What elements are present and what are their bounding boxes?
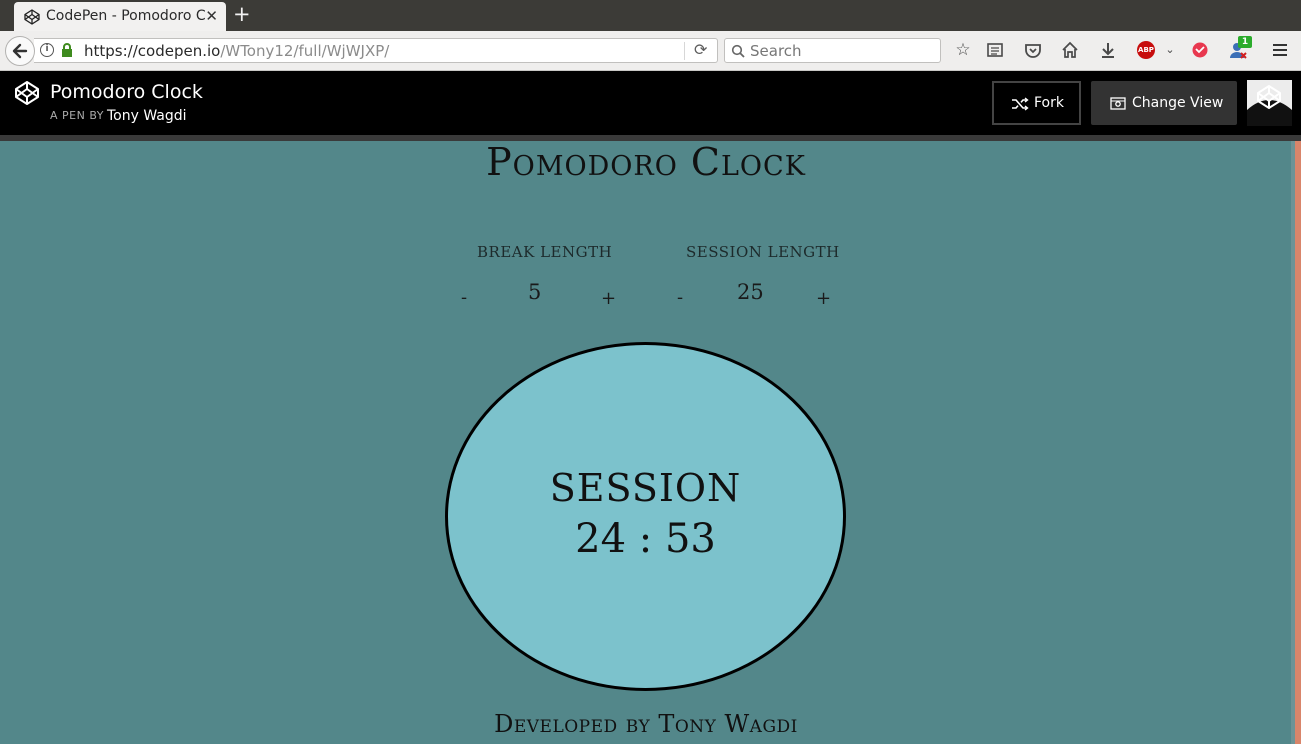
break-length-value: 5 [528, 280, 542, 304]
site-info-icon[interactable]: i [40, 43, 54, 57]
clock-phase-label: SESSION [549, 466, 742, 510]
codepen-favicon-icon [24, 9, 40, 25]
user-avatar[interactable] [1247, 80, 1292, 126]
search-icon [731, 44, 745, 58]
footer-credit: Developed by Tony Wagdi [494, 710, 798, 738]
app-title: Pomodoro Clock [486, 140, 806, 184]
change-view-button[interactable]: Change View [1091, 81, 1237, 125]
url-bar[interactable]: i https://codepen.io/WTony12/full/WjWJXP… [34, 38, 718, 63]
search-bar[interactable]: Search [724, 38, 941, 63]
break-length-label: BREAK LENGTH [477, 243, 613, 261]
codepen-header: Pomodoro Clock A PEN BY Tony Wagdi Fork … [0, 71, 1301, 135]
break-decrement-button[interactable]: - [461, 287, 467, 308]
chevron-down-icon[interactable]: ⌄ [1160, 40, 1180, 60]
pocket-save-icon[interactable] [1190, 40, 1210, 60]
codepen-logo-icon[interactable] [14, 80, 40, 106]
fork-label: Fork [1034, 95, 1064, 111]
back-button[interactable] [5, 36, 35, 66]
download-icon[interactable] [1098, 40, 1118, 60]
scrollbar-accent [1295, 141, 1301, 744]
session-decrement-button[interactable]: - [677, 287, 683, 308]
avatar-image [1247, 80, 1292, 126]
reload-icon[interactable]: ⟳ [694, 40, 707, 59]
fork-icon [1012, 97, 1029, 111]
pen-author-link[interactable]: Tony Wagdi [107, 108, 187, 124]
search-input[interactable]: Search [750, 42, 802, 60]
break-increment-button[interactable]: + [601, 288, 616, 309]
bookmark-star-icon[interactable]: ☆ [953, 40, 973, 60]
url-separator [684, 42, 685, 60]
url-host: https://codepen.io [84, 42, 221, 60]
fork-button[interactable]: Fork [992, 81, 1081, 125]
url-path: /WTony12/full/WjWJXP/ [220, 42, 390, 60]
pen-byline: A PEN BY [50, 109, 104, 122]
tab-title: CodePen - Pomodoro C [46, 8, 206, 24]
close-tab-icon[interactable]: ✕ [205, 7, 218, 25]
pen-title[interactable]: Pomodoro Clock [50, 81, 203, 103]
adblock-plus-icon[interactable]: ABP [1137, 41, 1155, 59]
hamburger-menu-icon[interactable] [1270, 40, 1290, 60]
change-view-label: Change View [1132, 95, 1224, 111]
url-text[interactable]: https://codepen.io/WTony12/full/WjWJXP/ [84, 42, 389, 60]
new-tab-button[interactable]: + [233, 2, 251, 26]
browser-tab[interactable]: CodePen - Pomodoro C ✕ [14, 2, 226, 31]
session-length-value: 25 [737, 280, 764, 304]
clock-time-display: 24 : 53 [575, 516, 716, 562]
eye-window-icon [1110, 97, 1126, 110]
clock-timer-button[interactable]: SESSION 24 : 53 [445, 342, 846, 691]
reading-list-icon[interactable] [985, 40, 1005, 60]
pocket-icon[interactable] [1023, 40, 1043, 60]
addon-badge: 1 [1238, 36, 1252, 48]
lock-icon [62, 43, 72, 57]
back-arrow-icon [12, 43, 28, 59]
session-length-label: SESSION LENGTH [686, 243, 840, 261]
session-increment-button[interactable]: + [816, 288, 831, 309]
browser-tab-bar: CodePen - Pomodoro C ✕ + [0, 0, 1301, 31]
home-icon[interactable] [1060, 40, 1080, 60]
